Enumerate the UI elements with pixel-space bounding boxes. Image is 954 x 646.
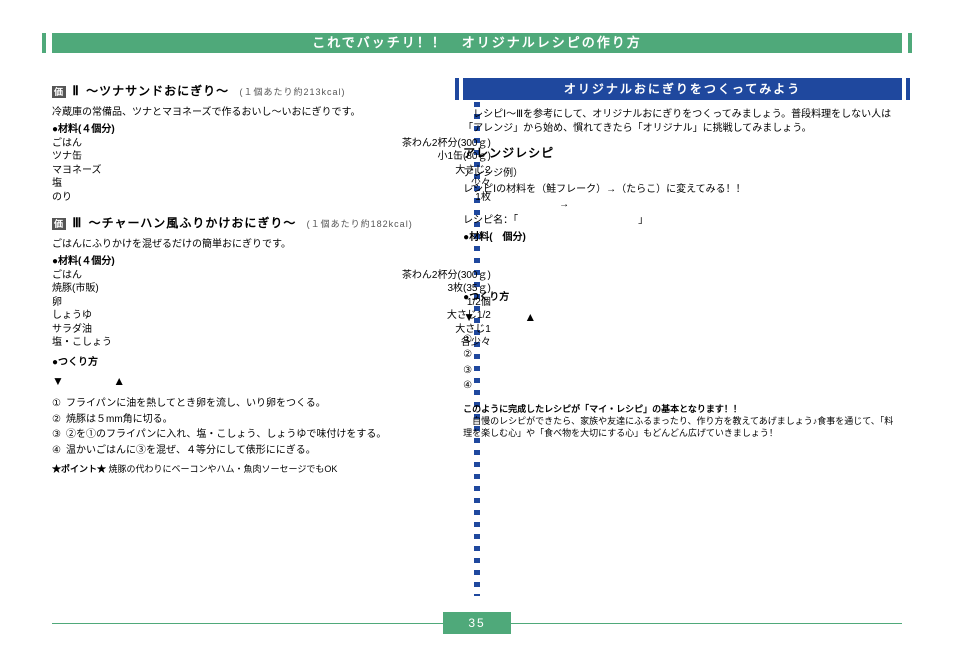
blank-ingredient-rows <box>463 245 902 286</box>
section-bar-title: オリジナルおにぎりをつくってみよう <box>564 81 801 97</box>
recipe3-ingredients-title: ●材料(４個分) <box>52 255 491 269</box>
page-header: これでバッチリ！！ オリジナルレシピの作り方 <box>52 33 902 53</box>
recipe3-lead: ごはんにふりかけを混ぜるだけの簡単おにぎりです。 <box>52 238 491 252</box>
flow-arrows-icon: ▼ ▲ <box>52 373 491 389</box>
recipe2-ingredients: ごはん茶わん2杯分(300ｇ) ツナ缶小1缶(80ｇ) マヨネーズ大さじ2 塩少… <box>52 137 491 205</box>
page-header-title: これでバッチリ！！ オリジナルレシピの作り方 <box>312 34 642 52</box>
recipe2-lead: 冷蔵庫の常備品、ツナとマヨネーズで作るおいし～いおにぎりです。 <box>52 106 491 120</box>
triangle-down-icon: ▼ <box>52 373 64 389</box>
triangle-up-icon: ▲ <box>524 309 536 325</box>
recipe3-calories: (１個あたり約182kcal) <box>307 219 413 229</box>
right-column: オリジナルおにぎりをつくってみよう レシピⅠ～Ⅲを参考にして、オリジナルおにぎり… <box>463 78 902 596</box>
arrow-right-icon: → <box>463 198 902 212</box>
page-number: 35 <box>468 615 485 631</box>
recipe2-calories: (１個あたり約213kcal) <box>239 87 345 97</box>
recipe2-ingredients-title: ●材料(４個分) <box>52 123 491 137</box>
blank-steps-title: ●つくり方 <box>463 291 902 305</box>
arrange-example-label: アレンジ例） <box>463 167 902 181</box>
triangle-up-icon: ▲ <box>113 373 125 389</box>
recipe3-steps: ①フライパンに油を熱してとき卵を流し、いり卵をつくる。 ②焼豚は５mm角に切る。… <box>52 397 491 457</box>
price-tag-icon: 価 <box>52 218 66 230</box>
closing-box: このように完成したレシピが「マイ・レシピ」の基本となります！！ 自慢のレシピがで… <box>463 403 902 439</box>
recipe3-ingredients: ごはん茶わん2杯分(300ｇ) 焼豚(市販)3枚(35ｇ) 卵1/2個 しょうゆ… <box>52 269 491 350</box>
flow-arrows-icon: ▼ ▲ <box>463 309 902 325</box>
section-bar: オリジナルおにぎりをつくってみよう <box>463 78 902 100</box>
recipe3-number: Ⅲ <box>72 215 82 230</box>
recipe3-name: ～チャーハン風ふりかけおにぎり～ <box>89 216 297 230</box>
price-tag-icon: 価 <box>52 86 66 98</box>
recipe3-title: 価 Ⅲ ～チャーハン風ふりかけおにぎり～ (１個あたり約182kcal) <box>52 214 491 232</box>
closing-box-body: 自慢のレシピができたら、家族や友達にふるまったり、作り方を教えてあげましょう♪食… <box>463 416 893 438</box>
recipe2-title: 価 Ⅱ ～ツナサンドおにぎり～ (１個あたり約213kcal) <box>52 82 491 100</box>
arrange-example: レシピⅠの材料を（鮭フレーク）→（たらこ）に変えてみる！！ <box>463 183 902 197</box>
recipe-name-blank: レシピ名：「 」 <box>463 214 902 228</box>
triangle-down-icon: ▼ <box>463 309 475 325</box>
arrange-title: アレンジレシピ <box>463 145 902 161</box>
recipe3-point: ★ポイント★ 焼豚の代わりにベーコンやハム・魚肉ソーセージでもOK <box>52 463 491 475</box>
left-column: 価 Ⅱ ～ツナサンドおにぎり～ (１個あたり約213kcal) 冷蔵庫の常備品、… <box>52 78 491 596</box>
recipe3-steps-title: ●つくり方 <box>52 356 491 370</box>
point-text: 焼豚の代わりにベーコンやハム・魚肉ソーセージでもOK <box>109 464 338 474</box>
closing-box-title: このように完成したレシピが「マイ・レシピ」の基本となります！！ <box>463 404 742 414</box>
recipe2-number: Ⅱ <box>72 83 79 98</box>
recipe2-name: ～ツナサンドおにぎり～ <box>86 84 229 98</box>
blank-steps: ① ② ③ ④ <box>463 333 902 393</box>
section-intro: レシピⅠ～Ⅲを参考にして、オリジナルおにぎりをつくってみましょう。普段料理をしな… <box>463 108 902 135</box>
blank-ingredients-title: ●材料( 個分) <box>463 231 902 245</box>
page-number-badge: 35 <box>443 612 511 634</box>
point-label: ★ポイント★ <box>52 464 106 474</box>
